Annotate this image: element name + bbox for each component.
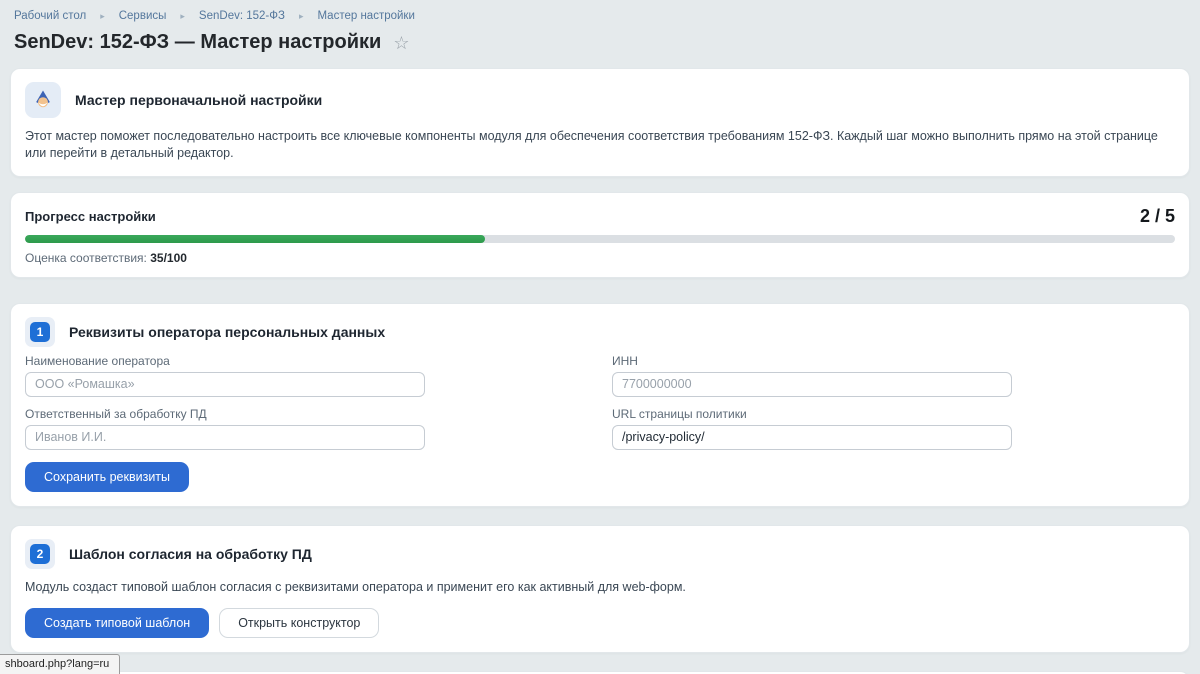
responsible-person-input[interactable] xyxy=(25,425,425,450)
chevron-right-icon: ▸ xyxy=(299,12,304,21)
responsible-person-label: Ответственный за обработку ПД xyxy=(25,407,588,421)
page: Рабочий стол ▸ Сервисы ▸ SenDev: 152-ФЗ … xyxy=(0,0,1200,674)
breadcrumb-item-services[interactable]: Сервисы xyxy=(119,10,167,22)
breadcrumb-item-wizard[interactable]: Мастер настройки xyxy=(317,10,414,22)
field-operator-name: Наименование оператора xyxy=(25,354,588,397)
compliance-score: Оценка соответствия: 35/100 xyxy=(25,251,1175,265)
wizard-icon xyxy=(25,82,61,118)
score-label: Оценка соответствия: xyxy=(25,251,147,265)
intro-description: Этот мастер поможет последовательно наст… xyxy=(25,128,1175,162)
chevron-right-icon: ▸ xyxy=(100,12,105,21)
browser-status-tooltip: shboard.php?lang=ru xyxy=(0,654,120,674)
step-number-badge: 2 xyxy=(25,539,55,569)
intro-title: Мастер первоначальной настройки xyxy=(75,92,322,108)
score-value: 35/100 xyxy=(150,251,187,265)
step1-title: Реквизиты оператора персональных данных xyxy=(69,324,385,340)
progress-counter: 2 / 5 xyxy=(1140,206,1175,227)
step-number-badge: 1 xyxy=(25,317,55,347)
step-card-consent-template: 2 Шаблон согласия на обработку ПД Модуль… xyxy=(10,525,1190,653)
inn-label: ИНН xyxy=(612,354,1175,368)
operator-name-label: Наименование оператора xyxy=(25,354,588,368)
policy-url-label: URL страницы политики xyxy=(612,407,1175,421)
breadcrumb-item-module[interactable]: SenDev: 152-ФЗ xyxy=(199,10,285,22)
step2-title: Шаблон согласия на обработку ПД xyxy=(69,546,312,562)
operator-form: Наименование оператора ИНН Ответственный… xyxy=(25,354,1175,450)
chevron-right-icon: ▸ xyxy=(180,12,185,21)
breadcrumb: Рабочий стол ▸ Сервисы ▸ SenDev: 152-ФЗ … xyxy=(10,8,1190,22)
title-row: SenDev: 152-ФЗ — Мастер настройки ☆ xyxy=(10,22,1190,54)
breadcrumb-item-desktop[interactable]: Рабочий стол xyxy=(14,10,86,22)
operator-name-input[interactable] xyxy=(25,372,425,397)
step2-description: Модуль создаст типовой шаблон согласия с… xyxy=(25,579,1175,596)
progress-label: Прогресс настройки xyxy=(25,209,156,224)
favorite-star-icon[interactable]: ☆ xyxy=(393,34,409,52)
save-details-button[interactable]: Сохранить реквизиты xyxy=(25,462,189,492)
open-constructor-button[interactable]: Открыть конструктор xyxy=(219,608,379,638)
inn-input[interactable] xyxy=(612,372,1012,397)
step-card-operator-details: 1 Реквизиты оператора персональных данны… xyxy=(10,303,1190,507)
field-inn: ИНН xyxy=(612,354,1175,397)
progress-fill xyxy=(25,235,485,243)
progress-card: Прогресс настройки 2 / 5 Оценка соответс… xyxy=(10,192,1190,278)
policy-url-input[interactable] xyxy=(612,425,1012,450)
progress-bar-track xyxy=(25,235,1175,243)
field-policy-url: URL страницы политики xyxy=(612,407,1175,450)
step-card-privacy-policy: 3 Политика обработки персональных данных… xyxy=(10,671,1190,674)
create-template-button[interactable]: Создать типовой шаблон xyxy=(25,608,209,638)
page-title: SenDev: 152-ФЗ — Мастер настройки xyxy=(14,31,381,54)
intro-card: Мастер первоначальной настройки Этот мас… xyxy=(10,68,1190,177)
field-responsible-person: Ответственный за обработку ПД xyxy=(25,407,588,450)
